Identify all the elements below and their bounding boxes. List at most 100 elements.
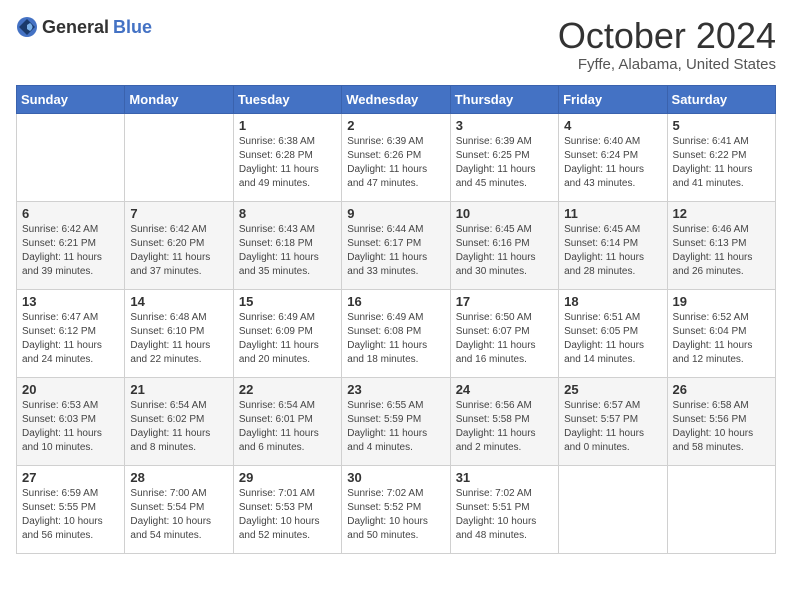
cell-content: Sunrise: 6:59 AMSunset: 5:55 PMDaylight:… xyxy=(22,487,119,543)
calendar-cell xyxy=(17,113,125,201)
cell-content: Sunrise: 6:51 AMSunset: 6:05 PMDaylight:… xyxy=(564,311,661,367)
day-number: 31 xyxy=(456,470,553,485)
day-number: 8 xyxy=(239,206,336,221)
day-number: 23 xyxy=(347,382,444,397)
cell-content: Sunrise: 6:45 AMSunset: 6:16 PMDaylight:… xyxy=(456,223,553,279)
day-number: 15 xyxy=(239,294,336,309)
calendar-cell: 18Sunrise: 6:51 AMSunset: 6:05 PMDayligh… xyxy=(559,289,667,377)
day-number: 17 xyxy=(456,294,553,309)
day-number: 26 xyxy=(673,382,770,397)
calendar-week-row: 13Sunrise: 6:47 AMSunset: 6:12 PMDayligh… xyxy=(17,289,776,377)
day-number: 27 xyxy=(22,470,119,485)
day-number: 12 xyxy=(673,206,770,221)
calendar-cell: 23 Sunrise: 6:55 AMSunset: 5:59 PMDayligh… xyxy=(342,377,450,465)
logo-blue-text: Blue xyxy=(113,17,152,38)
day-number: 29 xyxy=(239,470,336,485)
month-title: October 2024 xyxy=(558,16,776,56)
weekday-header-sunday: Sunday xyxy=(17,85,125,113)
day-number: 28 xyxy=(130,470,227,485)
cell-content: Sunrise: 7:01 AMSunset: 5:53 PMDaylight:… xyxy=(239,487,336,543)
calendar-week-row: 27 Sunrise: 6:59 AMSunset: 5:55 PMDayligh… xyxy=(17,465,776,553)
weekday-header-saturday: Saturday xyxy=(667,85,775,113)
calendar-cell xyxy=(125,113,233,201)
day-number: 30 xyxy=(347,470,444,485)
calendar-cell: 10Sunrise: 6:45 AMSunset: 6:16 PMDayligh… xyxy=(450,201,558,289)
calendar-cell: 6Sunrise: 6:42 AMSunset: 6:21 PMDaylight… xyxy=(17,201,125,289)
calendar-cell: 15 Sunrise: 6:49 AMSunset: 6:09 PMDayligh… xyxy=(233,289,341,377)
cell-content: Sunrise: 6:54 AMSunset: 6:01 PMDaylight:… xyxy=(239,399,336,455)
cell-content: Sunrise: 6:52 AMSunset: 6:04 PMDaylight:… xyxy=(673,311,770,367)
cell-content: Sunrise: 6:58 AMSunset: 5:56 PMDaylight:… xyxy=(673,399,770,455)
cell-content: Sunrise: 6:43 AMSunset: 6:18 PMDaylight:… xyxy=(239,223,336,279)
cell-content: Sunrise: 6:50 AMSunset: 6:07 PMDaylight:… xyxy=(456,311,553,367)
logo: General Blue xyxy=(16,16,152,38)
calendar-cell: 3 Sunrise: 6:39 AMSunset: 6:25 PMDaylight… xyxy=(450,113,558,201)
weekday-header-row: SundayMondayTuesdayWednesdayThursdayFrid… xyxy=(17,85,776,113)
cell-content: Sunrise: 6:53 AMSunset: 6:03 PMDaylight:… xyxy=(22,399,119,455)
day-number: 11 xyxy=(564,206,661,221)
calendar-cell: 7Sunrise: 6:42 AMSunset: 6:20 PMDaylight… xyxy=(125,201,233,289)
cell-content: Sunrise: 6:40 AMSunset: 6:24 PMDaylight:… xyxy=(564,135,661,191)
cell-content: Sunrise: 6:39 AMSunset: 6:25 PMDaylight:… xyxy=(456,135,553,191)
day-number: 19 xyxy=(673,294,770,309)
location-subtitle: Fyffe, Alabama, United States xyxy=(558,56,776,73)
calendar-cell: 16Sunrise: 6:49 AMSunset: 6:08 PMDayligh… xyxy=(342,289,450,377)
calendar-cell: 21 Sunrise: 6:54 AMSunset: 6:02 PMDayligh… xyxy=(125,377,233,465)
calendar-cell: 26 Sunrise: 6:58 AMSunset: 5:56 PMDayligh… xyxy=(667,377,775,465)
day-number: 5 xyxy=(673,118,770,133)
calendar-cell: 25Sunrise: 6:57 AMSunset: 5:57 PMDayligh… xyxy=(559,377,667,465)
day-number: 14 xyxy=(130,294,227,309)
calendar-table: SundayMondayTuesdayWednesdayThursdayFrid… xyxy=(16,85,776,554)
calendar-cell xyxy=(667,465,775,553)
cell-content: Sunrise: 6:49 AMSunset: 6:09 PMDaylight:… xyxy=(239,311,336,367)
day-number: 4 xyxy=(564,118,661,133)
day-number: 2 xyxy=(347,118,444,133)
cell-content: Sunrise: 6:44 AMSunset: 6:17 PMDaylight:… xyxy=(347,223,444,279)
calendar-cell: 11Sunrise: 6:45 AMSunset: 6:14 PMDayligh… xyxy=(559,201,667,289)
page-header: General Blue October 2024 Fyffe, Alabama… xyxy=(16,16,776,73)
cell-content: Sunrise: 6:42 AMSunset: 6:20 PMDaylight:… xyxy=(130,223,227,279)
calendar-cell: 22Sunrise: 6:54 AMSunset: 6:01 PMDayligh… xyxy=(233,377,341,465)
weekday-header-tuesday: Tuesday xyxy=(233,85,341,113)
day-number: 16 xyxy=(347,294,444,309)
cell-content: Sunrise: 6:48 AMSunset: 6:10 PMDaylight:… xyxy=(130,311,227,367)
cell-content: Sunrise: 7:02 AMSunset: 5:51 PMDaylight:… xyxy=(456,487,553,543)
cell-content: Sunrise: 7:00 AMSunset: 5:54 PMDaylight:… xyxy=(130,487,227,543)
calendar-cell: 13Sunrise: 6:47 AMSunset: 6:12 PMDayligh… xyxy=(17,289,125,377)
calendar-header: SundayMondayTuesdayWednesdayThursdayFrid… xyxy=(17,85,776,113)
cell-content: Sunrise: 6:38 AMSunset: 6:28 PMDaylight:… xyxy=(239,135,336,191)
cell-content: Sunrise: 7:02 AMSunset: 5:52 PMDaylight:… xyxy=(347,487,444,543)
calendar-cell: 9 Sunrise: 6:44 AMSunset: 6:17 PMDaylight… xyxy=(342,201,450,289)
calendar-week-row: 6Sunrise: 6:42 AMSunset: 6:21 PMDaylight… xyxy=(17,201,776,289)
calendar-cell: 12 Sunrise: 6:46 AMSunset: 6:13 PMDayligh… xyxy=(667,201,775,289)
calendar-week-row: 20 Sunrise: 6:53 AMSunset: 6:03 PMDayligh… xyxy=(17,377,776,465)
day-number: 20 xyxy=(22,382,119,397)
calendar-cell: 31 Sunrise: 7:02 AMSunset: 5:51 PMDayligh… xyxy=(450,465,558,553)
calendar-cell: 5 Sunrise: 6:41 AMSunset: 6:22 PMDaylight… xyxy=(667,113,775,201)
title-block: October 2024 Fyffe, Alabama, United Stat… xyxy=(558,16,776,73)
day-number: 3 xyxy=(456,118,553,133)
calendar-cell: 24Sunrise: 6:56 AMSunset: 5:58 PMDayligh… xyxy=(450,377,558,465)
cell-content: Sunrise: 6:47 AMSunset: 6:12 PMDaylight:… xyxy=(22,311,119,367)
calendar-cell: 29 Sunrise: 7:01 AMSunset: 5:53 PMDayligh… xyxy=(233,465,341,553)
calendar-cell: 4 Sunrise: 6:40 AMSunset: 6:24 PMDaylight… xyxy=(559,113,667,201)
weekday-header-wednesday: Wednesday xyxy=(342,85,450,113)
day-number: 9 xyxy=(347,206,444,221)
logo-general-text: General xyxy=(42,17,109,38)
calendar-cell: 28 Sunrise: 7:00 AMSunset: 5:54 PMDayligh… xyxy=(125,465,233,553)
calendar-cell: 20 Sunrise: 6:53 AMSunset: 6:03 PMDayligh… xyxy=(17,377,125,465)
calendar-cell xyxy=(559,465,667,553)
calendar-cell: 19 Sunrise: 6:52 AMSunset: 6:04 PMDayligh… xyxy=(667,289,775,377)
cell-content: Sunrise: 6:41 AMSunset: 6:22 PMDaylight:… xyxy=(673,135,770,191)
calendar-cell: 8 Sunrise: 6:43 AMSunset: 6:18 PMDaylight… xyxy=(233,201,341,289)
weekday-header-monday: Monday xyxy=(125,85,233,113)
cell-content: Sunrise: 6:39 AMSunset: 6:26 PMDaylight:… xyxy=(347,135,444,191)
calendar-cell: 1Sunrise: 6:38 AMSunset: 6:28 PMDaylight… xyxy=(233,113,341,201)
cell-content: Sunrise: 6:42 AMSunset: 6:21 PMDaylight:… xyxy=(22,223,119,279)
day-number: 21 xyxy=(130,382,227,397)
cell-content: Sunrise: 6:55 AMSunset: 5:59 PMDaylight:… xyxy=(347,399,444,455)
logo-icon xyxy=(16,16,38,38)
cell-content: Sunrise: 6:46 AMSunset: 6:13 PMDaylight:… xyxy=(673,223,770,279)
cell-content: Sunrise: 6:54 AMSunset: 6:02 PMDaylight:… xyxy=(130,399,227,455)
calendar-cell: 30 Sunrise: 7:02 AMSunset: 5:52 PMDayligh… xyxy=(342,465,450,553)
